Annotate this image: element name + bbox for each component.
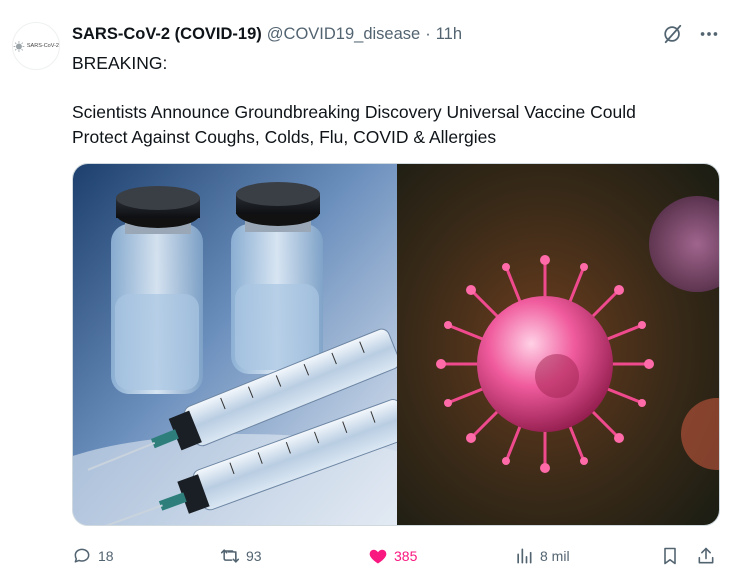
bookmark-button[interactable] — [660, 544, 680, 568]
like-count: 385 — [394, 548, 418, 564]
share-button[interactable] — [696, 544, 716, 568]
tweet-header: SARS-CoV-2 (COVID-19) @COVID19_disease ·… — [72, 22, 462, 46]
tweet-actions: 18 93 385 8 mil — [72, 544, 722, 568]
grok-button[interactable] — [660, 22, 686, 46]
share-icon — [698, 547, 714, 564]
views-button[interactable]: 8 mil — [514, 544, 570, 568]
reply-icon — [74, 548, 90, 563]
bookmark-icon — [664, 547, 676, 565]
separator: · — [425, 24, 431, 43]
grok-icon — [664, 24, 682, 44]
heart-filled-icon — [369, 549, 387, 564]
reply-count: 18 — [98, 548, 114, 564]
tweet-text-line: Scientists Announce Groundbreaking Disco… — [72, 102, 636, 122]
tweet-media[interactable] — [72, 163, 720, 526]
views-count: 8 mil — [540, 548, 570, 564]
like-button[interactable]: 385 — [368, 544, 417, 568]
reply-button[interactable]: 18 — [72, 544, 114, 568]
tweet[interactable]: SARS-CoV-2 SARS-CoV-2 (COVID-19) @COVID1… — [0, 0, 742, 580]
avatar[interactable]: SARS-CoV-2 — [12, 22, 60, 70]
timestamp[interactable]: 11h — [436, 25, 462, 44]
more-button[interactable] — [696, 22, 722, 46]
retweet-button[interactable]: 93 — [220, 544, 262, 568]
vaccine-vials-syringes-image[interactable] — [73, 164, 397, 525]
more-icon — [700, 32, 718, 36]
user-handle[interactable]: @COVID19_disease — [267, 25, 420, 44]
avatar-logo-text: SARS-CoV-2 — [26, 43, 59, 49]
retweet-count: 93 — [246, 548, 262, 564]
display-name[interactable]: SARS-CoV-2 (COVID-19) — [72, 25, 262, 44]
retweet-icon — [220, 549, 240, 563]
coronavirus-logo-icon — [13, 40, 25, 52]
virus-particle-image[interactable] — [397, 164, 719, 525]
views-chart-icon — [517, 548, 532, 564]
tweet-text-line: Protect Against Coughs, Colds, Flu, COVI… — [72, 127, 497, 147]
tweet-text-line: BREAKING: — [72, 53, 168, 73]
